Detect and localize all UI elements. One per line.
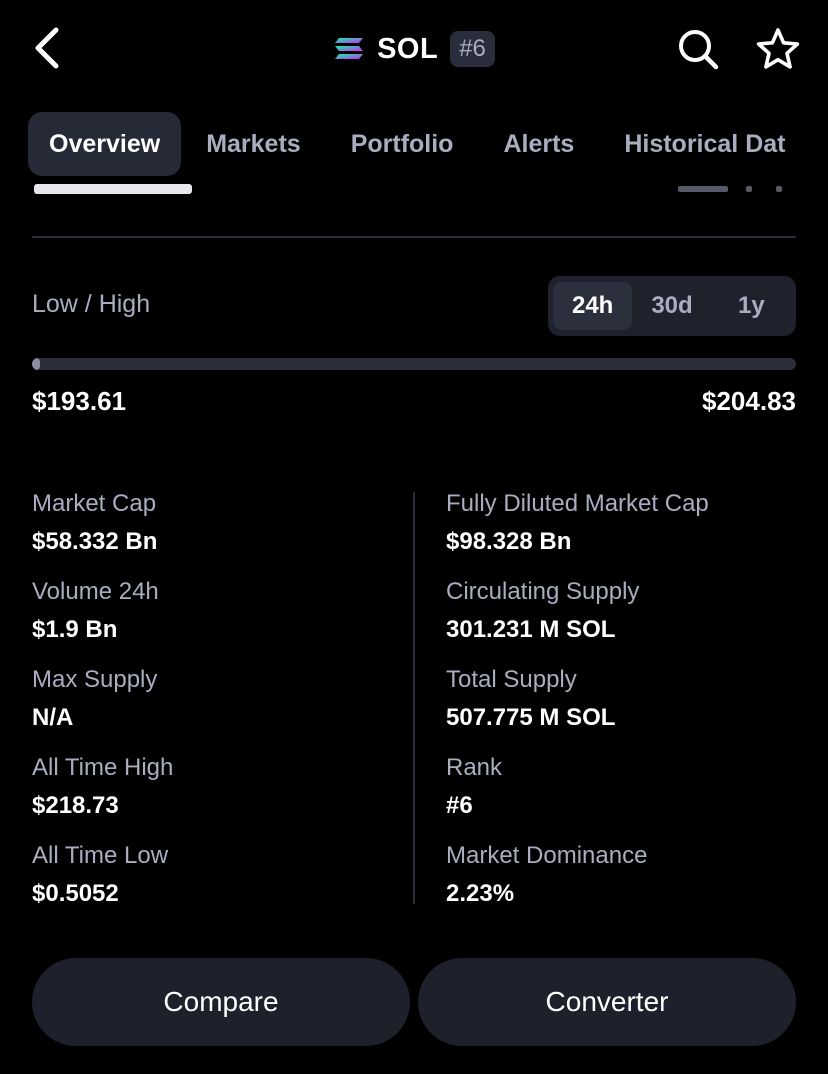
search-icon xyxy=(679,30,719,70)
stat-value-fully-diluted-market-cap: $98.328 Bn xyxy=(446,528,572,555)
compare-button[interactable]: Compare xyxy=(32,958,410,1046)
period-24h[interactable]: 24h xyxy=(553,282,633,330)
star-icon xyxy=(756,28,800,69)
solana-logo-icon xyxy=(335,38,364,59)
stats-column-divider xyxy=(413,492,415,904)
stat-value-market-dominance: 2.23% xyxy=(446,880,515,907)
stat-label-market-cap: Market Cap xyxy=(32,490,157,517)
section-divider xyxy=(32,236,796,238)
period-30d[interactable]: 30d xyxy=(632,282,711,330)
stat-value-rank: #6 xyxy=(446,792,473,819)
high-value: $204.83 xyxy=(702,386,796,416)
stat-value-market-cap: $58.332 Bn xyxy=(32,528,158,555)
tab-markets[interactable]: Markets xyxy=(181,112,326,176)
stat-label-total-supply: Total Supply xyxy=(446,666,577,693)
price-range-fill xyxy=(32,358,40,370)
stat-label-rank: Rank xyxy=(446,754,503,781)
stat-value-total-supply: 507.775 M SOL xyxy=(446,704,616,731)
favorite-button[interactable] xyxy=(754,26,802,72)
period-1y[interactable]: 1y xyxy=(712,282,791,330)
search-button[interactable] xyxy=(675,26,721,72)
scrolled-heading-fragment xyxy=(32,176,196,198)
converter-button[interactable]: Converter xyxy=(418,958,796,1046)
stat-value-all-time-high: $218.73 xyxy=(32,792,119,819)
tab-overview[interactable]: Overview xyxy=(28,112,182,176)
scrolled-link-fragment xyxy=(676,176,788,198)
tab-alerts[interactable]: Alerts xyxy=(478,112,599,176)
rank-badge: #6 xyxy=(450,31,495,67)
stat-value-circulating-supply: 301.231 M SOL xyxy=(446,616,616,643)
stat-label-fully-diluted-market-cap: Fully Diluted Market Cap xyxy=(446,490,709,517)
stat-label-all-time-low: All Time Low xyxy=(32,842,169,869)
stat-label-max-supply: Max Supply xyxy=(32,666,158,693)
stat-value-all-time-low: $0.5052 xyxy=(32,880,119,907)
tab-bar: Overview Markets Portfolio Alerts Histor… xyxy=(28,112,811,176)
stat-label-all-time-high: All Time High xyxy=(32,754,174,781)
tab-portfolio[interactable]: Portfolio xyxy=(326,112,479,176)
tab-historical-data[interactable]: Historical Dat xyxy=(599,112,810,176)
stat-value-volume-24h: $1.9 Bn xyxy=(32,616,118,643)
stat-value-max-supply: N/A xyxy=(32,704,74,731)
period-selector: 24h 30d 1y xyxy=(548,276,796,336)
stat-label-circulating-supply: Circulating Supply xyxy=(446,578,640,605)
low-value: $193.61 xyxy=(32,386,126,416)
coin-symbol: SOL xyxy=(377,32,439,65)
price-range-bar xyxy=(32,358,796,370)
low-high-label: Low / High xyxy=(32,290,151,318)
stat-label-volume-24h: Volume 24h xyxy=(32,578,159,605)
stat-label-market-dominance: Market Dominance xyxy=(446,842,648,869)
